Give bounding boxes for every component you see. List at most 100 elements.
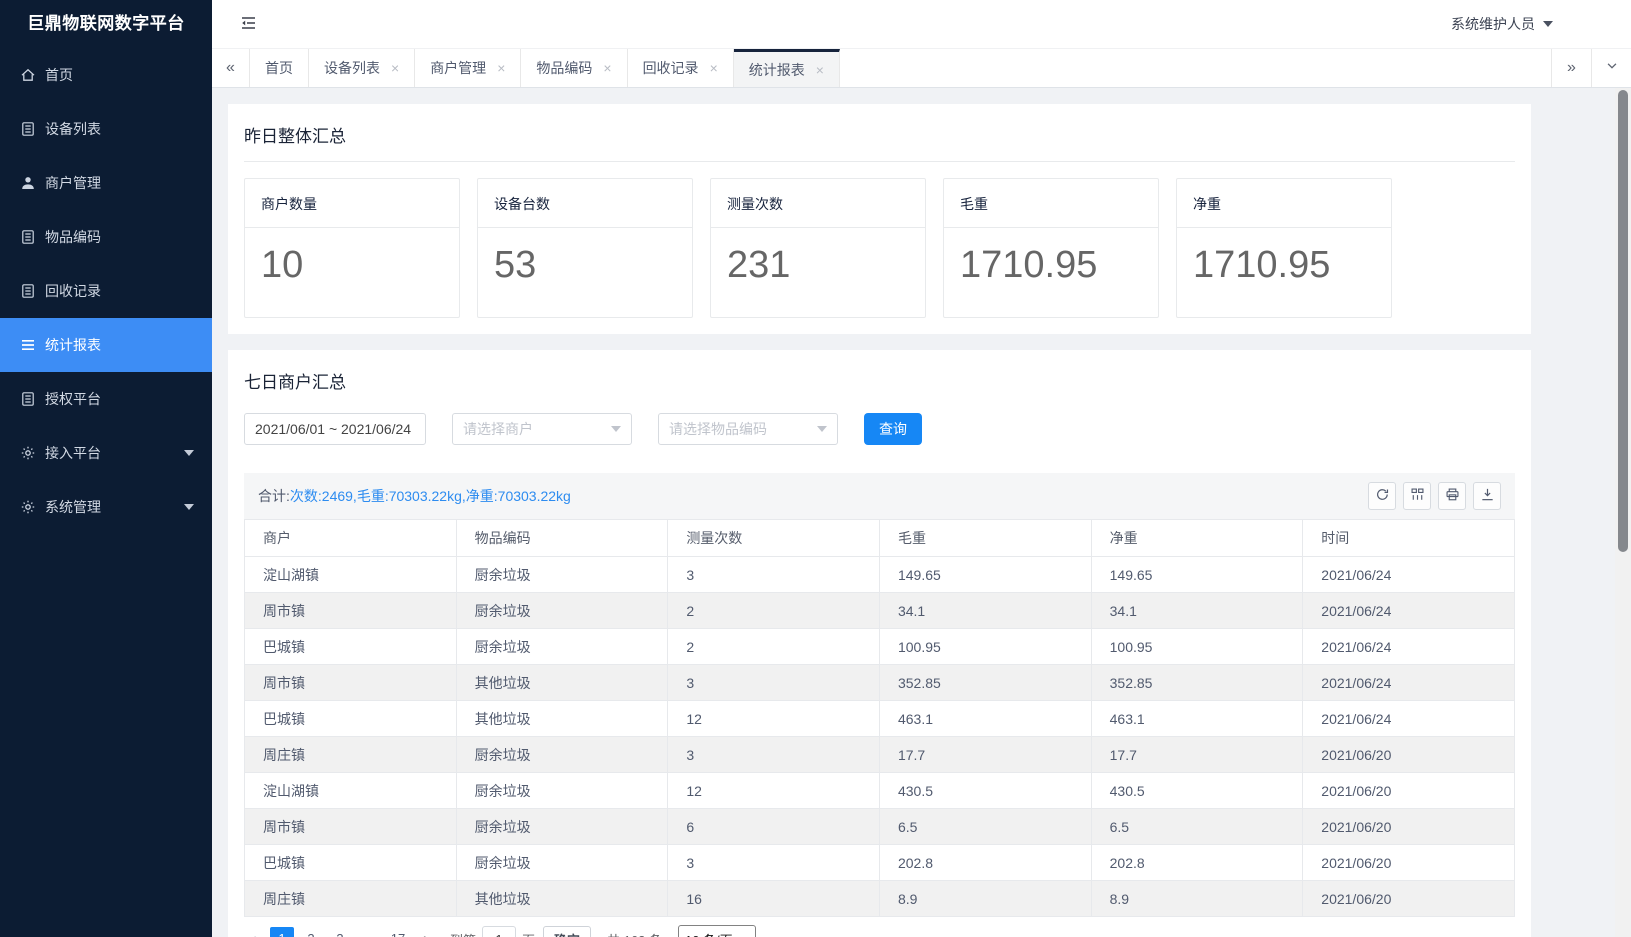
sidebar-item-label: 回收记录 — [45, 281, 101, 301]
tab-4[interactable]: 物品编码× — [521, 49, 627, 87]
table-body: 淀山湖镇厨余垃圾3149.65149.652021/06/24周市镇厨余垃圾23… — [245, 557, 1515, 917]
list-icon — [20, 121, 36, 137]
list-icon — [20, 283, 36, 299]
table-cell: 巴城镇 — [245, 845, 457, 881]
close-icon[interactable]: × — [816, 63, 824, 77]
tab-label: 回收记录 — [643, 58, 699, 78]
tabs-scroll-left-button[interactable]: « — [212, 49, 250, 87]
sidebar-item-6[interactable]: 统计报表 — [0, 318, 212, 372]
table-cell: 2021/06/24 — [1303, 593, 1515, 629]
table-cell: 其他垃圾 — [456, 665, 668, 701]
print-icon — [1445, 487, 1460, 505]
user-menu[interactable]: 系统维护人员 — [1451, 14, 1553, 34]
table-row: 巴城镇厨余垃圾2100.95100.952021/06/24 — [245, 629, 1515, 665]
caret-down-icon — [184, 504, 194, 510]
sidebar-item-2[interactable]: 设备列表 — [0, 102, 212, 156]
sidebar-item-1[interactable]: 首页 — [0, 48, 212, 102]
table-cell: 周庄镇 — [245, 737, 457, 773]
sidebar-item-9[interactable]: 系统管理 — [0, 480, 212, 534]
content: 昨日整体汇总 商户数量10设备台数53测量次数231毛重1710.95净重171… — [212, 88, 1615, 937]
date-range-input[interactable] — [244, 413, 426, 445]
columns-button[interactable] — [1403, 482, 1431, 510]
table-cell: 463.1 — [879, 701, 1091, 737]
table-row: 周市镇厨余垃圾234.134.12021/06/24 — [245, 593, 1515, 629]
stat-card-label: 商户数量 — [245, 179, 459, 228]
tab-label: 商户管理 — [430, 58, 486, 78]
sidebar-item-5[interactable]: 回收记录 — [0, 264, 212, 318]
close-icon[interactable]: × — [603, 61, 611, 75]
sidebar-item-4[interactable]: 物品编码 — [0, 210, 212, 264]
sidebar-item-7[interactable]: 授权平台 — [0, 372, 212, 426]
sidebar-menu: 首页设备列表商户管理物品编码回收记录统计报表授权平台接入平台系统管理 — [0, 48, 212, 534]
goto-page-input[interactable] — [482, 926, 516, 937]
scrollbar-thumb[interactable] — [1618, 90, 1628, 552]
table-cell: 2021/06/20 — [1303, 809, 1515, 845]
sidebar-item-label: 商户管理 — [45, 173, 101, 193]
close-icon[interactable]: × — [391, 61, 399, 75]
prev-page-button[interactable]: ‹ — [244, 929, 264, 937]
collapse-menu-icon — [238, 13, 258, 36]
table-cell: 淀山湖镇 — [245, 773, 457, 809]
stat-card-label: 测量次数 — [711, 179, 925, 228]
close-icon[interactable]: × — [497, 61, 505, 75]
tab-3[interactable]: 商户管理 × — [415, 49, 521, 87]
column-header: 物品编码 — [456, 520, 668, 557]
page-button-1[interactable]: 1 — [270, 927, 294, 937]
total-count: 共 162 条 — [607, 930, 662, 937]
table-cell: 2 — [668, 593, 880, 629]
list-icon — [20, 391, 36, 407]
table-cell: 厨余垃圾 — [456, 593, 668, 629]
table-cell: 149.65 — [879, 557, 1091, 593]
merchant-select[interactable]: 请选择商户 — [452, 413, 632, 445]
table-cell: 厨余垃圾 — [456, 773, 668, 809]
columns-icon — [1410, 487, 1425, 505]
tabs: 首页设备列表×商户管理×物品编码×回收记录×统计报表× — [250, 49, 840, 87]
stat-card-label: 毛重 — [944, 179, 1158, 228]
confirm-button[interactable]: 确定 — [543, 926, 591, 937]
refresh-icon — [1375, 487, 1390, 505]
table-row: 周市镇其他垃圾3352.85352.852021/06/24 — [245, 665, 1515, 701]
yesterday-section-title: 昨日整体汇总 — [244, 118, 1515, 162]
table-cell: 17.7 — [1091, 737, 1303, 773]
page-button-17[interactable]: 17 — [386, 927, 410, 937]
sidebar-collapse-button[interactable] — [238, 13, 258, 36]
export-button[interactable] — [1473, 482, 1501, 510]
search-button[interactable]: 查询 — [864, 413, 922, 445]
sidebar-item-3[interactable]: 商户管理 — [0, 156, 212, 210]
tabs-menu-button[interactable] — [1591, 49, 1631, 87]
table-toolbar — [1368, 482, 1501, 510]
close-icon[interactable]: × — [710, 61, 718, 75]
stat-card-4: 毛重1710.95 — [943, 178, 1159, 318]
export-icon — [1480, 487, 1495, 505]
sidebar-item-8[interactable]: 接入平台 — [0, 426, 212, 480]
sidebar-item-label: 接入平台 — [45, 443, 101, 463]
page-button-3[interactable]: 3 — [328, 927, 352, 937]
next-page-button[interactable]: › — [416, 929, 436, 937]
totals-bar: 合计: 次数:2469,毛重:70303.22kg,净重:70303.22kg — [244, 473, 1515, 519]
table-cell: 149.65 — [1091, 557, 1303, 593]
main-area: 系统维护人员 « 首页设备列表×商户管理×物品编码×回收记录×统计报表× » 昨… — [212, 0, 1631, 937]
sidebar-item-label: 授权平台 — [45, 389, 101, 409]
item-code-select[interactable]: 请选择物品编码 — [658, 413, 838, 445]
table-cell: 周市镇 — [245, 809, 457, 845]
table-cell: 淀山湖镇 — [245, 557, 457, 593]
caret-down-icon — [1543, 21, 1553, 27]
tabs-scroll-right-button[interactable]: » — [1551, 49, 1591, 87]
page-size-select[interactable]: 10 条/页 — [678, 925, 756, 937]
totals-value: 次数:2469,毛重:70303.22kg,净重:70303.22kg — [290, 486, 571, 506]
column-header: 净重 — [1091, 520, 1303, 557]
tabbar-right: » — [1551, 49, 1631, 87]
table-cell: 厨余垃圾 — [456, 629, 668, 665]
vertical-scrollbar[interactable] — [1615, 88, 1631, 937]
item-code-select-placeholder: 请选择物品编码 — [669, 419, 767, 439]
tab-5[interactable]: 回收记录 × — [628, 49, 734, 87]
sidebar-item-label: 物品编码 — [45, 227, 101, 247]
tab-1[interactable]: 首页 — [250, 49, 309, 87]
refresh-button[interactable] — [1368, 482, 1396, 510]
user-icon — [20, 175, 36, 191]
page-button-2[interactable]: 2 — [299, 927, 323, 937]
stat-card-1: 商户数量10 — [244, 178, 460, 318]
tab-6[interactable]: 统计报表× — [734, 49, 840, 87]
print-button[interactable] — [1438, 482, 1466, 510]
tab-2[interactable]: 设备列表× — [309, 49, 415, 87]
